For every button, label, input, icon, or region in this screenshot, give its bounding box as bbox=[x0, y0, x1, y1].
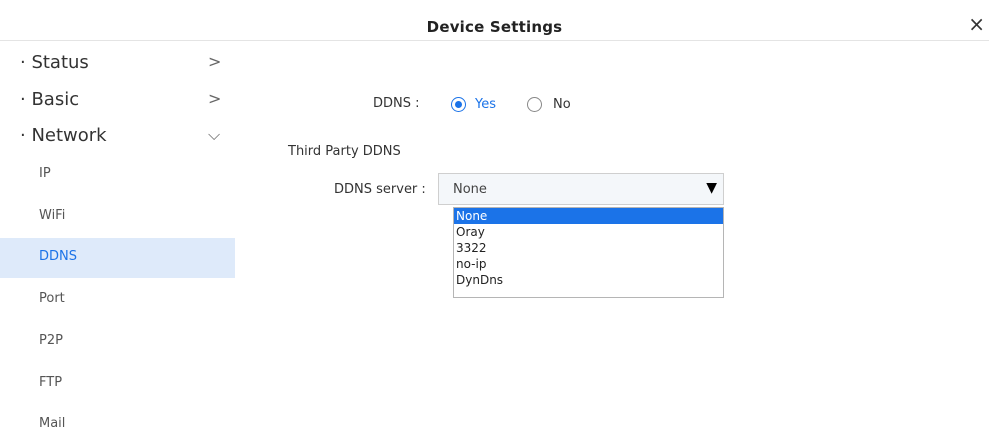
ddns-yes-label[interactable]: Yes bbox=[475, 97, 496, 112]
close-icon[interactable]: × bbox=[968, 14, 985, 34]
sidebar-item-ip[interactable]: IP bbox=[0, 155, 235, 195]
chevron-right-icon: > bbox=[208, 52, 222, 71]
sidebar-item-basic[interactable]: · Basic > bbox=[0, 83, 235, 119]
sidebar-item-p2p[interactable]: P2P bbox=[0, 322, 235, 362]
third-party-ddns-heading: Third Party DDNS bbox=[288, 144, 401, 159]
sidebar-item-label: · Basic bbox=[20, 89, 80, 110]
sidebar-item-label: DDNS bbox=[39, 249, 77, 264]
dropdown-option-3322[interactable]: 3322 bbox=[454, 240, 723, 256]
ddns-no-radio[interactable] bbox=[527, 97, 542, 112]
sidebar-item-ftp[interactable]: FTP bbox=[0, 364, 235, 404]
ddns-server-label: DDNS server : bbox=[334, 182, 426, 197]
ddns-label: DDNS : bbox=[373, 96, 420, 111]
sidebar-item-label: IP bbox=[39, 166, 51, 181]
ddns-yes-radio[interactable] bbox=[451, 97, 466, 112]
ddns-form: DDNS : Yes No Third Party DDNS DDNS serv… bbox=[235, 40, 989, 430]
sidebar-item-label: Mail bbox=[39, 416, 66, 430]
sidebar-item-label: · Network bbox=[20, 125, 107, 146]
sidebar-item-network[interactable]: · Network ⌵ bbox=[0, 119, 235, 155]
ddns-server-select[interactable]: None ▼ bbox=[438, 173, 724, 205]
chevron-down-icon: ⌵ bbox=[208, 125, 221, 144]
ddns-server-dropdown-list: None Oray 3322 no-ip DynDns bbox=[453, 207, 724, 298]
sidebar-item-label: · Status bbox=[20, 52, 89, 73]
sidebar-item-port[interactable]: Port bbox=[0, 280, 235, 320]
device-settings-page: Device Settings × · Status > · Basic > ·… bbox=[0, 0, 989, 430]
sidebar-item-status[interactable]: · Status > bbox=[0, 46, 235, 82]
sidebar-item-label: FTP bbox=[39, 375, 63, 390]
dropdown-option-no-ip[interactable]: no-ip bbox=[454, 256, 723, 272]
sidebar-item-label: P2P bbox=[39, 333, 63, 348]
ddns-server-value: None bbox=[453, 182, 487, 197]
ddns-no-label[interactable]: No bbox=[553, 97, 571, 112]
chevron-right-icon: > bbox=[208, 89, 222, 108]
sidebar-item-label: Port bbox=[39, 291, 65, 306]
sidebar-item-wifi[interactable]: WiFi bbox=[0, 197, 235, 237]
dropdown-option-dyndns[interactable]: DynDns bbox=[454, 272, 723, 288]
dropdown-arrow-icon: ▼ bbox=[706, 180, 717, 196]
sidebar-item-mail[interactable]: Mail bbox=[0, 405, 235, 430]
sidebar: · Status > · Basic > · Network ⌵ IP WiFi… bbox=[0, 40, 235, 430]
window-title: Device Settings bbox=[426, 18, 563, 36]
title-bar: Device Settings × bbox=[0, 0, 989, 41]
sidebar-item-label: WiFi bbox=[39, 208, 66, 223]
dropdown-option-none[interactable]: None bbox=[454, 208, 723, 224]
sidebar-item-ddns[interactable]: DDNS bbox=[0, 238, 235, 278]
dropdown-option-oray[interactable]: Oray bbox=[454, 224, 723, 240]
